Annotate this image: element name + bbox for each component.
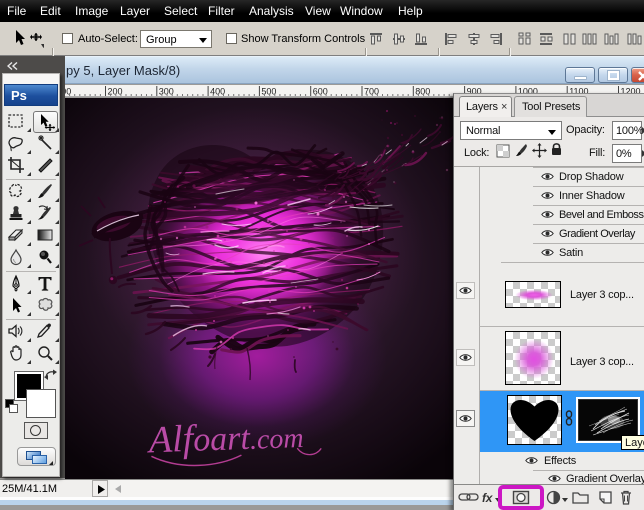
- svg-text:400: 400: [210, 87, 225, 97]
- svg-text:500: 500: [261, 87, 276, 97]
- svg-text:800: 800: [415, 87, 430, 97]
- svg-text:200: 200: [108, 87, 123, 97]
- svg-text:300: 300: [159, 87, 174, 97]
- svg-text:Alfoart.com: Alfoart.com: [145, 414, 304, 461]
- svg-text:600: 600: [313, 87, 328, 97]
- svg-text:700: 700: [364, 87, 379, 97]
